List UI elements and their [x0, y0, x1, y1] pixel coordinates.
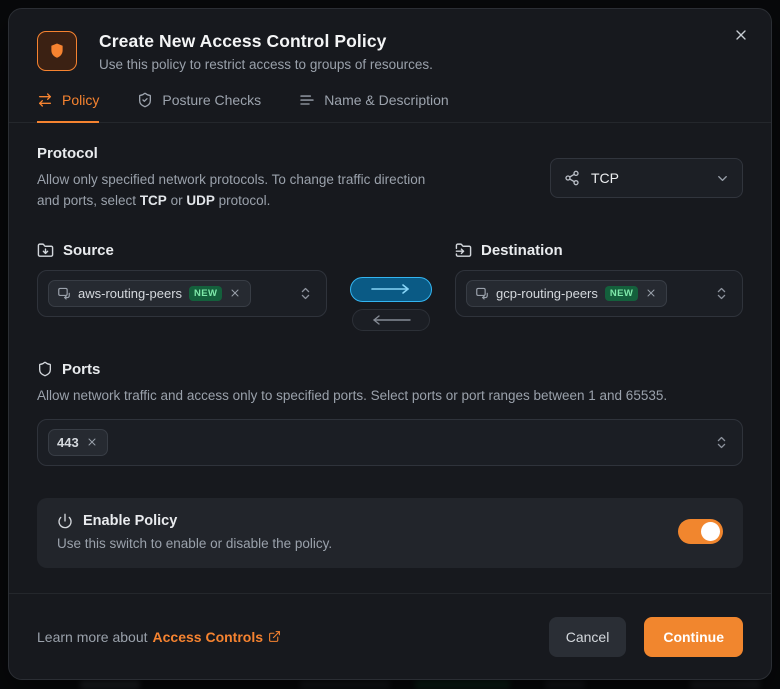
ports-select[interactable]: 443 — [37, 418, 743, 466]
modal-tabs: Policy Posture Checks Name & Description — [9, 92, 771, 123]
modal-header: Create New Access Control Policy Use thi… — [9, 9, 771, 72]
chevron-down-icon — [715, 171, 730, 186]
modal-body: Protocol Allow only specified network pr… — [9, 123, 771, 593]
destination-tag-label: gcp-routing-peers — [496, 285, 598, 301]
toggle-knob — [701, 522, 720, 542]
background-content-blur — [415, 680, 510, 689]
tab-posture-checks-label: Posture Checks — [162, 92, 262, 108]
ports-description: Allow network traffic and access only to… — [37, 387, 668, 403]
learn-more-text: Learn more about Access Controls — [37, 629, 281, 645]
traffic-direction — [327, 242, 455, 331]
arrow-left-icon — [373, 315, 411, 325]
cancel-button[interactable]: Cancel — [548, 616, 627, 657]
peer-group-icon — [57, 286, 71, 300]
ports-heading: Ports — [62, 360, 101, 378]
text-lines-icon — [299, 92, 315, 108]
destination-heading: Destination — [481, 241, 563, 259]
enable-policy-toggle[interactable] — [678, 519, 723, 545]
enable-policy-card: Enable Policy Use this switch to enable … — [37, 497, 743, 568]
peer-group-icon — [475, 286, 489, 300]
source-heading: Source — [63, 241, 114, 259]
arrow-right-icon — [371, 284, 409, 295]
create-policy-modal: Create New Access Control Policy Use thi… — [8, 8, 772, 680]
network-share-icon — [564, 170, 580, 186]
tab-policy[interactable]: Policy — [37, 92, 100, 123]
source-select[interactable]: aws-routing-peers NEW — [37, 269, 327, 317]
chevrons-up-down-icon — [714, 435, 729, 450]
folder-input-icon — [455, 242, 472, 259]
continue-button[interactable]: Continue — [644, 616, 743, 657]
groups-row: Source aws-routing-peers NEW Destination… — [37, 242, 743, 331]
access-controls-link[interactable]: Access Controls — [153, 629, 281, 645]
external-link-icon — [268, 630, 281, 643]
background-content-blur — [300, 680, 390, 689]
destination-select[interactable]: gcp-routing-peers NEW — [455, 269, 743, 317]
power-icon — [57, 513, 73, 529]
enable-policy-description: Use this switch to enable or disable the… — [57, 535, 333, 551]
destination-section: Destination gcp-routing-peers NEW — [455, 242, 743, 331]
folder-down-icon — [37, 242, 54, 259]
protocol-select[interactable]: TCP — [550, 158, 743, 199]
background-content-blur — [80, 680, 140, 689]
source-tag-label: aws-routing-peers — [78, 285, 183, 301]
background-content-blur — [545, 680, 585, 689]
new-badge: NEW — [189, 286, 223, 301]
source-section: Source aws-routing-peers NEW — [37, 242, 327, 331]
destination-tag: gcp-routing-peers NEW — [466, 279, 668, 307]
protocol-heading: Protocol — [37, 145, 98, 162]
ports-section: Ports Allow network traffic and access o… — [37, 361, 743, 466]
tab-posture-checks[interactable]: Posture Checks — [137, 92, 261, 123]
modal-footer: Learn more about Access Controls Cancel … — [9, 593, 771, 679]
policy-shield-icon — [37, 31, 77, 71]
swap-arrows-icon — [37, 92, 53, 108]
port-tag-label: 443 — [57, 434, 79, 450]
direction-left-button[interactable] — [352, 308, 430, 331]
tab-policy-label: Policy — [62, 92, 100, 108]
enable-policy-title: Enable Policy — [83, 512, 178, 529]
direction-right-button[interactable] — [350, 276, 432, 302]
protocol-description: Allow only specified network protocols. … — [37, 172, 426, 208]
tab-name-description-label: Name & Description — [324, 92, 449, 108]
shield-outline-icon — [37, 361, 53, 377]
port-tag: 443 — [48, 428, 108, 456]
remove-source-tag-icon[interactable] — [229, 287, 241, 299]
chevrons-up-down-icon — [714, 286, 729, 301]
protocol-selected-value: TCP — [591, 170, 619, 187]
chevrons-up-down-icon — [298, 286, 313, 301]
tab-name-description[interactable]: Name & Description — [299, 92, 449, 123]
modal-subtitle: Use this policy to restrict access to gr… — [99, 57, 433, 72]
shield-check-icon — [137, 92, 153, 108]
protocol-section: Protocol Allow only specified network pr… — [37, 145, 743, 212]
source-tag: aws-routing-peers NEW — [48, 279, 252, 307]
close-icon[interactable] — [728, 22, 754, 48]
modal-title: Create New Access Control Policy — [99, 31, 387, 51]
background-content-blur — [690, 680, 760, 689]
remove-port-tag-icon[interactable] — [86, 436, 98, 448]
remove-destination-tag-icon[interactable] — [645, 287, 657, 299]
new-badge: NEW — [604, 286, 639, 301]
